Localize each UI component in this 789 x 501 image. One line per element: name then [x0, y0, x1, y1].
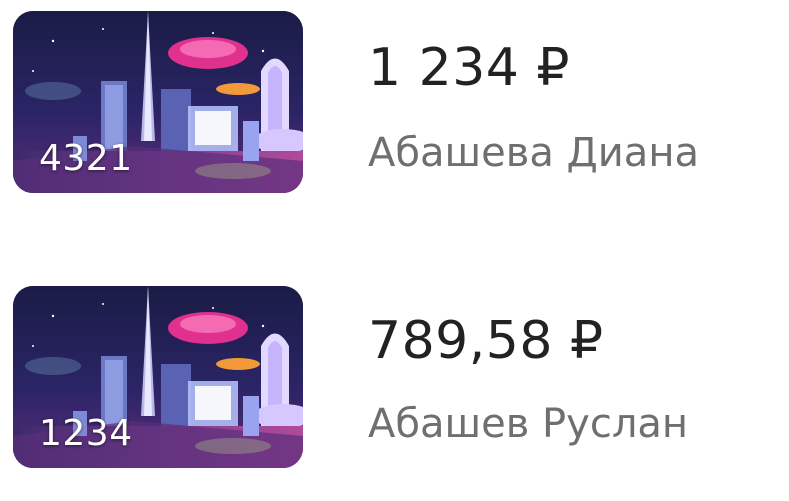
account-row[interactable]: 4321 1 234 ₽ Абашева Диана [0, 8, 789, 198]
card-holder-name: Абашева Диана [368, 130, 699, 176]
account-balance: 789,58 ₽ [368, 311, 604, 371]
card-holder-name: Абашев Руслан [368, 401, 689, 447]
card-thumbnail[interactable]: 1234 [13, 286, 303, 468]
account-list: 4321 1 234 ₽ Абашева Диана 1234 789,58 ₽… [0, 0, 789, 501]
account-row[interactable]: 1234 789,58 ₽ Абашев Руслан [0, 283, 789, 473]
card-thumbnail[interactable]: 4321 [13, 11, 303, 193]
account-balance: 1 234 ₽ [368, 38, 570, 98]
card-last-digits: 1234 [39, 413, 133, 454]
card-last-digits: 4321 [39, 138, 133, 179]
